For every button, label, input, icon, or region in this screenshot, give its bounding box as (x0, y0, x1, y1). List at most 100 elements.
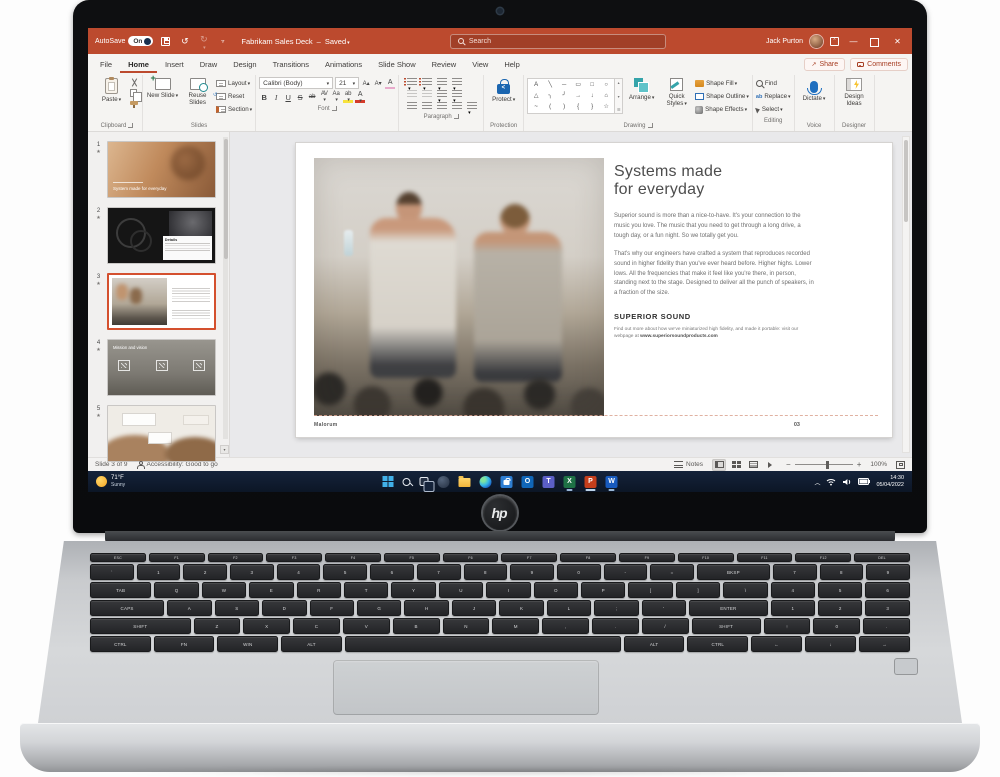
slide-thumbnail-2[interactable]: Details (107, 207, 216, 264)
close-button[interactable]: ✕ (890, 33, 905, 49)
ribbon-tab-file[interactable]: File (92, 57, 120, 73)
shape-glyph-icon[interactable]: ( (549, 104, 551, 110)
shape-glyph-icon[interactable]: ↓ (591, 93, 594, 99)
weather-widget[interactable]: 71°F Sunny (96, 475, 125, 488)
canvas-scrollbar-thumb[interactable] (904, 140, 908, 222)
shape-glyph-icon[interactable]: ○ (604, 82, 608, 88)
shape-glyph-icon[interactable]: □ (590, 82, 594, 88)
zoom-in-button[interactable]: + (857, 460, 862, 469)
minimize-button[interactable]: — (846, 33, 861, 49)
replace-button[interactable]: Replace (756, 91, 791, 102)
slide-thumbnail-4[interactable]: Mission and vision (107, 339, 216, 396)
ribbon-tab-animations[interactable]: Animations (317, 57, 370, 73)
dialog-launcher-icon[interactable] (648, 123, 653, 128)
ribbon-tab-help[interactable]: Help (496, 57, 527, 73)
store-icon[interactable] (501, 471, 513, 492)
ribbon-display-options-icon[interactable]: ⌃ (830, 37, 839, 46)
normal-view-button[interactable] (712, 459, 726, 471)
design-ideas-button[interactable]: Design Ideas (838, 76, 871, 107)
undo-button[interactable]: ↺ (178, 34, 191, 48)
font-family-select[interactable]: Calibri (Body) (259, 77, 333, 89)
ribbon-tab-insert[interactable]: Insert (157, 57, 192, 73)
slide-thumbnail-1[interactable]: System made for everyday (107, 141, 216, 198)
slide-title[interactable]: Systems made for everyday (614, 163, 814, 199)
slide-sorter-view-button[interactable] (729, 459, 743, 471)
quick-styles-button[interactable]: Quick Styles (660, 76, 693, 108)
outlook-icon[interactable] (522, 471, 534, 492)
text-shadow-button[interactable] (307, 91, 317, 103)
fit-to-window-icon[interactable] (896, 461, 905, 469)
powerpoint-icon[interactable] (585, 471, 597, 492)
reuse-slides-button[interactable]: Reuse Slides (181, 76, 214, 106)
ribbon-tab-design[interactable]: Design (225, 57, 264, 73)
new-slide-button[interactable]: New Slide (146, 76, 179, 100)
dialog-launcher-icon[interactable] (454, 114, 459, 119)
reset-button[interactable]: Reset (216, 91, 252, 102)
shape-glyph-icon[interactable]: { (577, 104, 579, 110)
highlight-color-button[interactable] (343, 91, 353, 103)
shape-effects-button[interactable]: Shape Effects (695, 104, 749, 115)
taskbar-search-icon[interactable] (403, 471, 411, 492)
search-input[interactable]: Search (450, 34, 666, 49)
teams-icon[interactable] (543, 471, 555, 492)
indent-button[interactable] (437, 77, 448, 87)
slide-indicator[interactable]: Slide 3 of 9 (95, 461, 128, 468)
dictate-button[interactable]: Dictate (798, 76, 831, 103)
word-icon[interactable] (606, 471, 618, 492)
shapes-gallery-scroll[interactable]: ▴▾☰ (615, 78, 623, 114)
decrease-font-button[interactable] (373, 77, 383, 89)
document-title[interactable]: Fabrikam Sales Deck Saved (241, 37, 349, 46)
chat-icon[interactable] (438, 471, 450, 492)
decrease-list-level-button[interactable] (407, 89, 418, 99)
paste-button[interactable]: Paste (95, 76, 128, 104)
comments-button[interactable]: Comments (850, 58, 908, 71)
find-button[interactable]: Find (756, 78, 791, 89)
ribbon-tab-transitions[interactable]: Transitions (265, 57, 317, 73)
shape-glyph-icon[interactable]: } (591, 104, 593, 110)
notes-button[interactable]: Notes (674, 461, 703, 468)
align-left-button[interactable] (407, 101, 418, 111)
reading-view-button[interactable] (746, 459, 760, 471)
arrange-button[interactable]: Arrange (625, 76, 658, 102)
cut-icon[interactable] (130, 78, 139, 87)
zoom-slider-thumb[interactable] (826, 461, 829, 469)
slide-body[interactable]: Superior sound is more than a nice-to-ha… (614, 212, 814, 299)
increase-font-button[interactable] (361, 77, 371, 89)
restore-button[interactable] (868, 33, 883, 49)
slide-thumbnail-3-selected[interactable] (107, 273, 216, 330)
copy-icon[interactable] (130, 89, 137, 97)
ribbon-tab-slide-show[interactable]: Slide Show (370, 57, 424, 73)
slideshow-button[interactable] (763, 459, 777, 471)
ribbon-tab-review[interactable]: Review (424, 57, 465, 73)
zoom-level[interactable]: 100% (870, 461, 887, 468)
dialog-launcher-icon[interactable] (332, 106, 337, 111)
format-painter-icon[interactable] (130, 99, 138, 107)
change-case-button[interactable] (331, 91, 341, 103)
autosave-pill[interactable]: On (128, 36, 153, 46)
shape-outline-button[interactable]: Shape Outline (695, 91, 749, 102)
canvas-scrollbar[interactable] (902, 136, 910, 453)
align-right-button[interactable] (437, 101, 448, 111)
volume-icon[interactable] (842, 478, 852, 486)
ribbon-tab-draw[interactable]: Draw (192, 57, 226, 73)
panel-scrollbar[interactable] (223, 137, 228, 439)
columns-button[interactable] (437, 89, 448, 99)
shape-glyph-icon[interactable]: ╲ (548, 82, 552, 88)
select-button[interactable]: Select (756, 104, 791, 115)
font-size-select[interactable]: 21 (335, 77, 359, 89)
shape-glyph-icon[interactable]: → (575, 93, 581, 99)
shape-glyph-icon[interactable]: ) (563, 104, 565, 110)
file-explorer-icon[interactable] (459, 471, 471, 492)
ribbon-tab-home[interactable]: Home (120, 57, 157, 73)
slide-subheading[interactable]: SUPERIOR SOUND (614, 312, 814, 321)
panel-scroll-down-icon[interactable]: ▾ (220, 445, 229, 454)
zoom-slider[interactable] (795, 464, 853, 465)
shape-glyph-icon[interactable]: △ (534, 93, 539, 99)
protect-button[interactable]: Protect (487, 76, 520, 104)
save-button[interactable] (159, 34, 172, 48)
shape-glyph-icon[interactable]: A (534, 82, 538, 88)
increase-list-level-button[interactable] (422, 89, 433, 99)
numbering-button[interactable] (422, 77, 433, 87)
slide-thumbnail-5[interactable] (107, 405, 216, 462)
shape-glyph-icon[interactable]: ☆ (603, 104, 608, 110)
